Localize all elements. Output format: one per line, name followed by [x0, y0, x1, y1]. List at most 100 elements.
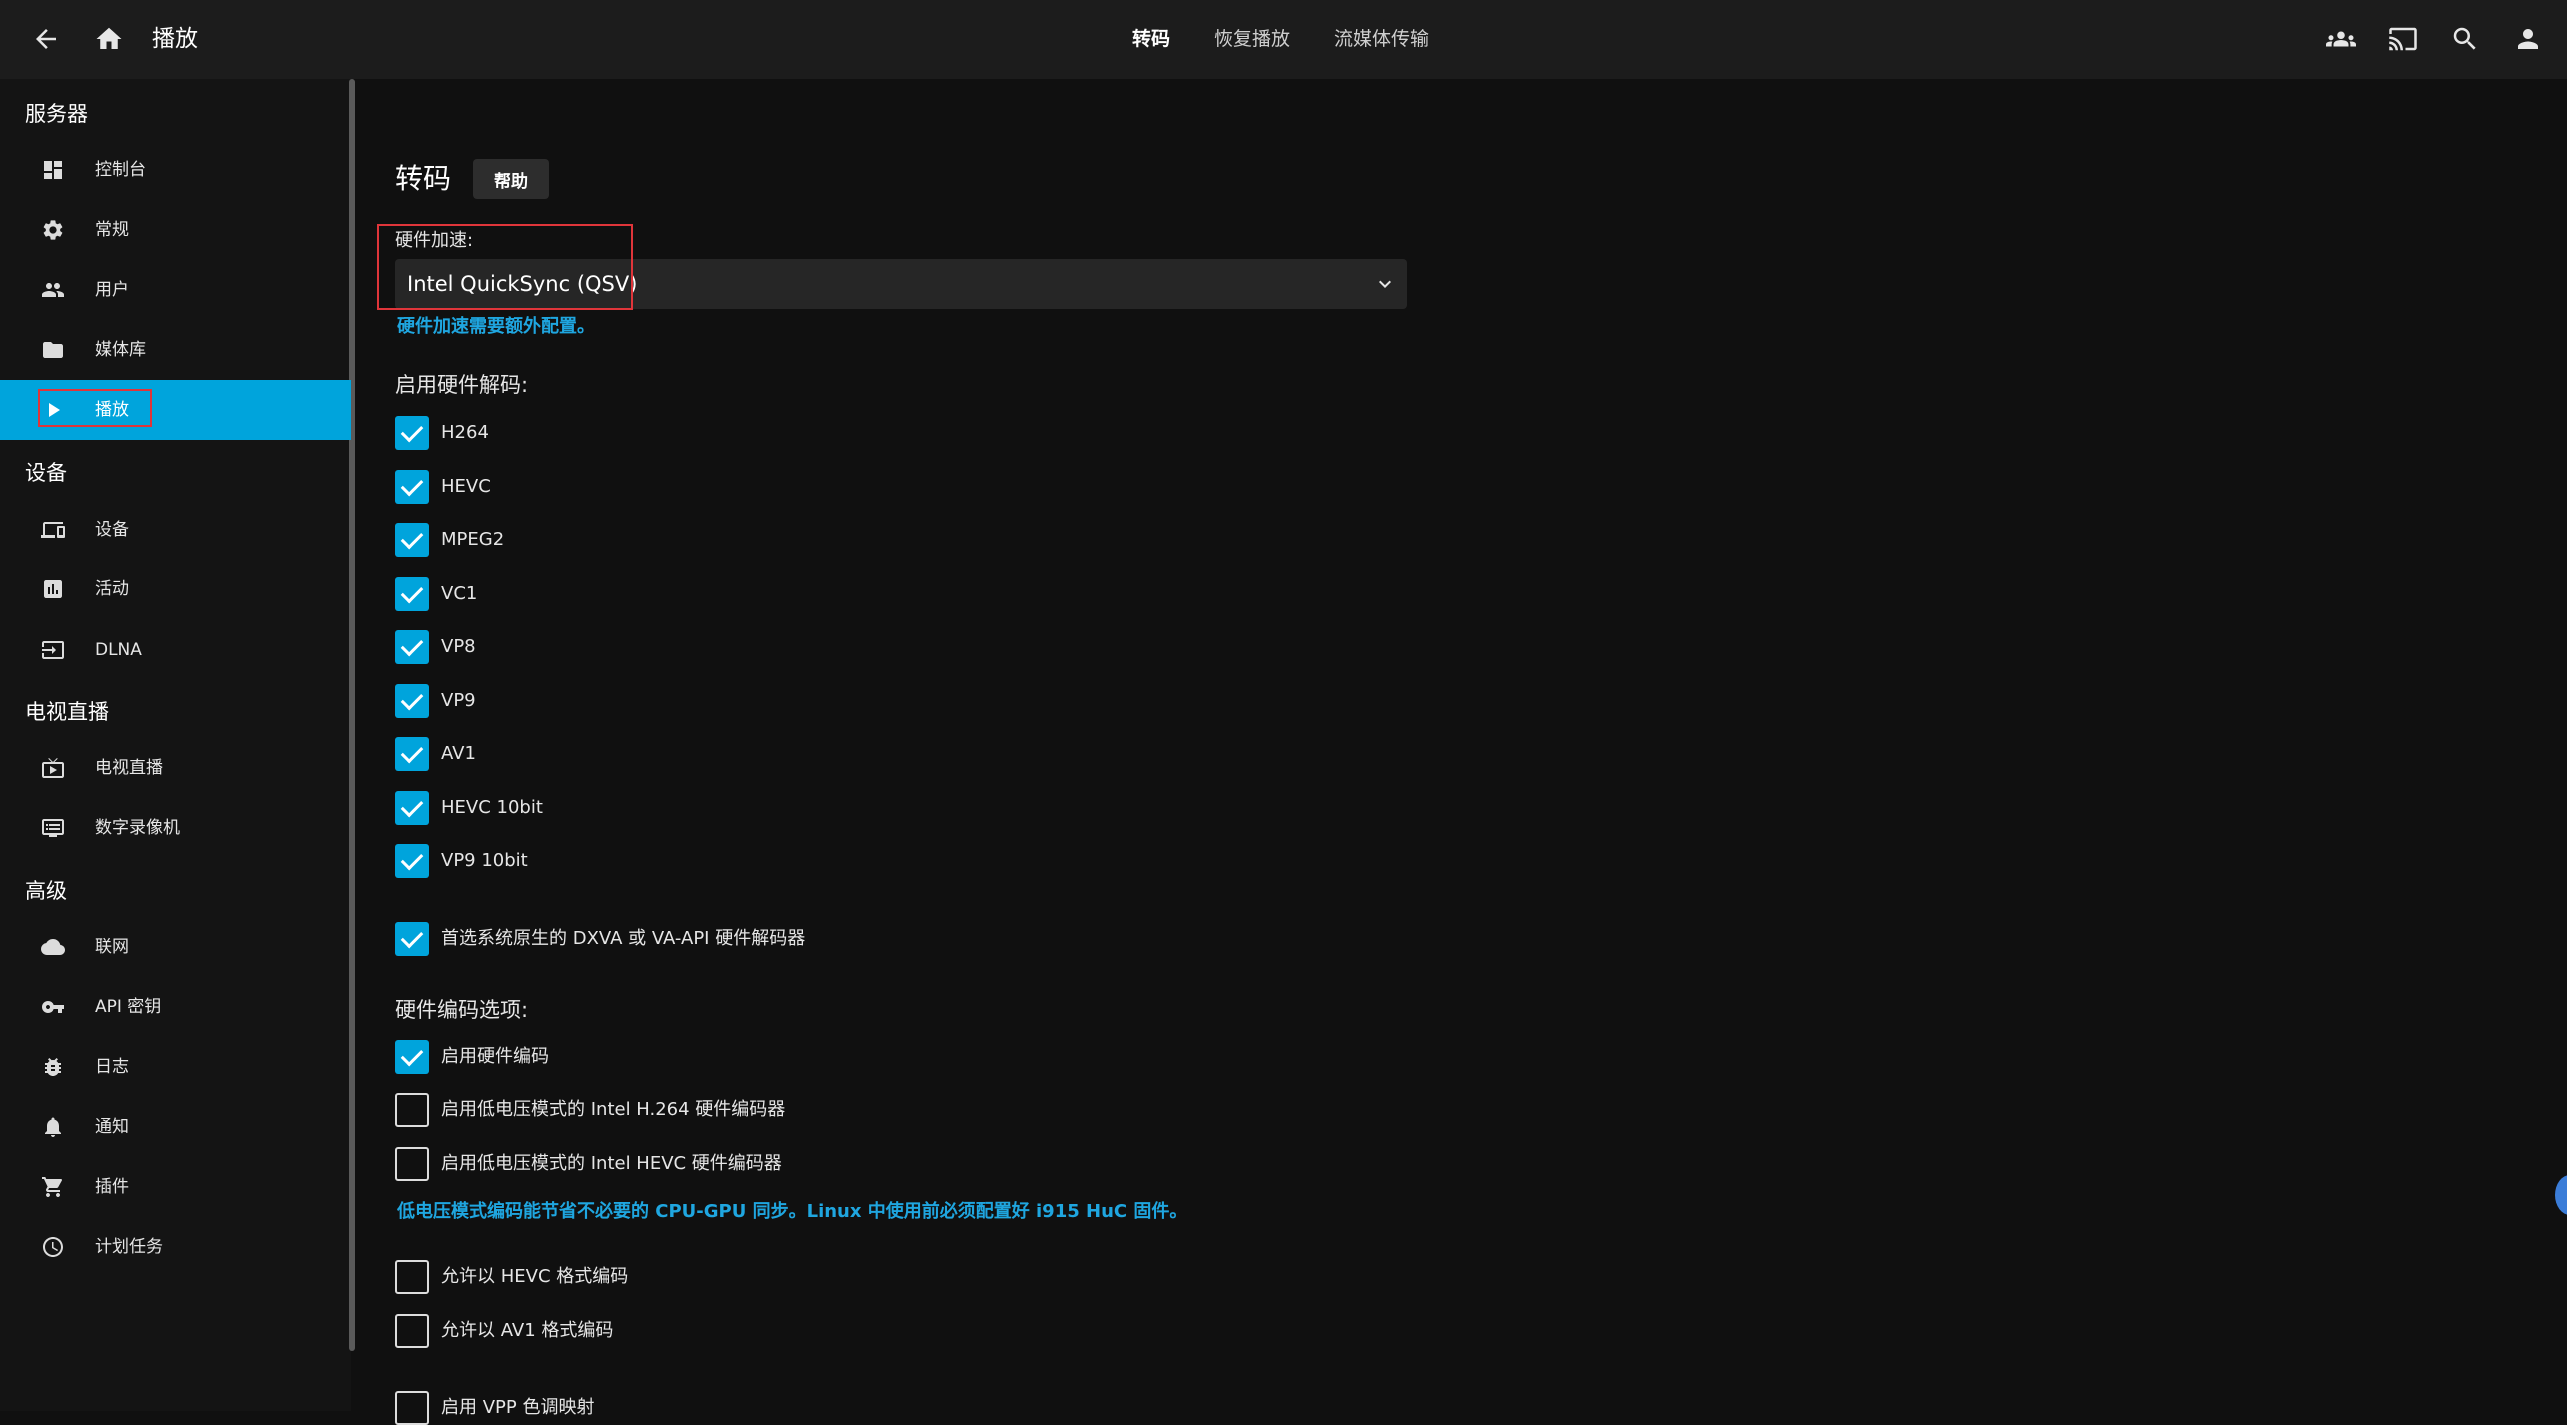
checkbox-row-hw-encode[interactable]: 启用硬件编码	[395, 1040, 549, 1074]
dvr-icon	[40, 815, 66, 841]
checkbox-label: HEVC	[441, 476, 491, 497]
sidebar-item-livetv[interactable]: 电视直播	[0, 738, 351, 798]
checkbox-row-av1[interactable]: AV1	[395, 737, 476, 771]
checkbox-allow-hevc[interactable]	[395, 1260, 429, 1294]
checkbox-label: HEVC 10bit	[441, 797, 543, 818]
sidebar-item-label: 数字录像机	[95, 818, 180, 838]
checkbox-label: VP9	[441, 690, 476, 711]
checkbox-low-power-h264[interactable]	[395, 1093, 429, 1127]
checkbox-row-vc1[interactable]: VC1	[395, 577, 477, 611]
checkbox-row-allow-hevc[interactable]: 允许以 HEVC 格式编码	[395, 1260, 628, 1294]
sidebar-item-plugins[interactable]: 插件	[0, 1157, 351, 1217]
hw-decode-label: 启用硬件解码:	[395, 373, 529, 397]
sidebar-item-label: API 密钥	[95, 997, 162, 1017]
user-icon[interactable]	[2509, 20, 2547, 58]
sidebar-item-label: 控制台	[95, 160, 146, 180]
checkbox-label: 启用低电压模式的 Intel HEVC 硬件编码器	[441, 1153, 782, 1174]
input-icon	[40, 637, 66, 663]
checkbox-row-low-power-h264[interactable]: 启用低电压模式的 Intel H.264 硬件编码器	[395, 1093, 785, 1127]
hw-accel-note-link[interactable]: 硬件加速需要额外配置。	[397, 315, 595, 339]
people-icon	[40, 277, 66, 303]
checkbox-label: VP8	[441, 636, 476, 657]
sidebar-item-general[interactable]: 常规	[0, 200, 351, 260]
checkbox-vp9[interactable]	[395, 684, 429, 718]
sidebar-item-label: DLNA	[95, 640, 142, 660]
checkbox-av1[interactable]	[395, 737, 429, 771]
checkbox-row-mpeg2[interactable]: MPEG2	[395, 523, 504, 557]
checkbox-hevc[interactable]	[395, 470, 429, 504]
sidebar-item-dashboard[interactable]: 控制台	[0, 140, 351, 200]
sidebar-item-libraries[interactable]: 媒体库	[0, 320, 351, 380]
hw-accel-select-value: Intel QuickSync (QSV)	[407, 272, 638, 296]
checkbox-hw-encode[interactable]	[395, 1040, 429, 1074]
checkbox-vc1[interactable]	[395, 577, 429, 611]
checkbox-vp8[interactable]	[395, 630, 429, 664]
checkbox-row-vp8[interactable]: VP8	[395, 630, 476, 664]
checkbox-row-allow-av1[interactable]: 允许以 AV1 格式编码	[395, 1314, 613, 1348]
sidebar-item-logs[interactable]: 日志	[0, 1037, 351, 1097]
checkbox-row-vpp-tonemap[interactable]: 启用 VPP 色调映射	[395, 1391, 594, 1425]
sidebar-item-notifications[interactable]: 通知	[0, 1097, 351, 1157]
bug-icon	[40, 1054, 66, 1080]
checkbox-row-h264[interactable]: H264	[395, 416, 489, 450]
checkbox-row-prefer-native[interactable]: 首选系统原生的 DXVA 或 VA-API 硬件解码器	[395, 922, 805, 956]
activity-icon	[40, 576, 66, 602]
sidebar-section-livetv: 电视直播	[25, 700, 109, 724]
checkbox-vp9-10bit[interactable]	[395, 844, 429, 878]
checkbox-mpeg2[interactable]	[395, 523, 429, 557]
checkbox-label: 启用硬件编码	[441, 1046, 549, 1067]
checkbox-prefer-native[interactable]	[395, 922, 429, 956]
checkbox-label: VC1	[441, 583, 478, 604]
sidebar-item-playback[interactable]: 播放	[0, 380, 351, 440]
checkbox-allow-av1[interactable]	[395, 1314, 429, 1348]
tab-streaming[interactable]: 流媒体传输	[1312, 22, 1451, 56]
checkbox-row-hevc-10bit[interactable]: HEVC 10bit	[395, 791, 543, 825]
sidebar-section-advanced: 高级	[25, 879, 67, 903]
sidebar-item-api-keys[interactable]: API 密钥	[0, 977, 351, 1037]
checkbox-vpp-tonemap[interactable]	[395, 1391, 429, 1425]
main-content: 转码 帮助 硬件加速: Intel QuickSync (QSV) 硬件加速需要…	[355, 79, 2567, 1425]
gear-icon	[40, 217, 66, 243]
checkbox-h264[interactable]	[395, 416, 429, 450]
app-header: 播放 转码 恢复播放 流媒体传输	[0, 0, 2567, 79]
checkbox-row-vp9-10bit[interactable]: VP9 10bit	[395, 844, 528, 878]
tab-resume[interactable]: 恢复播放	[1192, 22, 1312, 56]
back-arrow-icon[interactable]	[27, 20, 65, 58]
page-title: 播放	[152, 26, 198, 52]
checkbox-hevc-10bit[interactable]	[395, 791, 429, 825]
checkbox-label: 首选系统原生的 DXVA 或 VA-API 硬件解码器	[441, 928, 806, 949]
sidebar-item-scheduled-tasks[interactable]: 计划任务	[0, 1217, 351, 1277]
sidebar-item-dvr[interactable]: 数字录像机	[0, 798, 351, 858]
sidebar-item-label: 计划任务	[95, 1237, 163, 1257]
checkbox-label: AV1	[441, 743, 476, 764]
hw-accel-label: 硬件加速:	[395, 230, 474, 251]
search-icon[interactable]	[2446, 20, 2484, 58]
checkbox-row-hevc[interactable]: HEVC	[395, 470, 491, 504]
play-icon	[40, 397, 66, 423]
help-button[interactable]: 帮助	[473, 159, 549, 199]
sidebar-item-label: 用户	[95, 280, 129, 300]
sidebar-item-activity[interactable]: 活动	[0, 559, 351, 619]
sidebar-item-label: 插件	[95, 1177, 129, 1197]
checkbox-label: MPEG2	[441, 529, 505, 550]
checkbox-row-low-power-hevc[interactable]: 启用低电压模式的 Intel HEVC 硬件编码器	[395, 1147, 782, 1181]
checkbox-label: 启用低电压模式的 Intel H.264 硬件编码器	[441, 1099, 786, 1120]
hw-accel-select[interactable]: Intel QuickSync (QSV)	[395, 259, 1407, 309]
checkbox-row-vp9[interactable]: VP9	[395, 684, 476, 718]
checkbox-low-power-hevc[interactable]	[395, 1147, 429, 1181]
checkbox-label: H264	[441, 422, 489, 443]
sidebar-item-dlna[interactable]: DLNA	[0, 620, 351, 680]
sidebar-item-devices[interactable]: 设备	[0, 500, 351, 560]
checkbox-label: 启用 VPP 色调映射	[441, 1397, 595, 1418]
sidebar-item-networking[interactable]: 联网	[0, 917, 351, 977]
home-icon[interactable]	[90, 20, 128, 58]
sidebar-item-label: 活动	[95, 579, 129, 599]
cast-icon[interactable]	[2384, 20, 2422, 58]
devices-icon	[40, 517, 66, 543]
content-title: 转码	[395, 162, 452, 195]
low-power-note: 低电压模式编码能节省不必要的 CPU-GPU 同步。Linux 中使用前必须配置…	[397, 1201, 1188, 1222]
users-icon[interactable]	[2322, 20, 2360, 58]
sidebar-section-devices: 设备	[25, 461, 67, 485]
tab-transcoding[interactable]: 转码	[1110, 22, 1192, 56]
sidebar-item-users[interactable]: 用户	[0, 260, 351, 320]
